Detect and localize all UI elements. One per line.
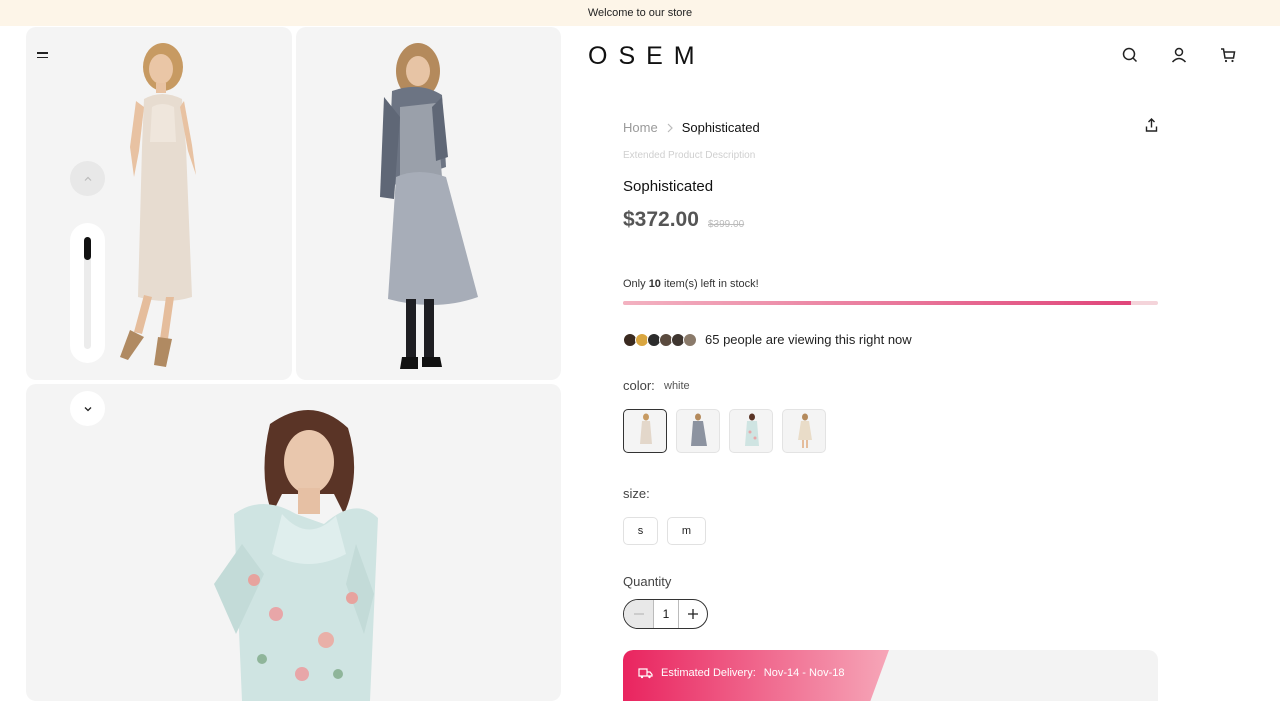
delivery-label: Estimated Delivery: [661, 667, 756, 679]
chevron-right-icon [667, 123, 673, 132]
quantity-stepper: 1 [623, 599, 708, 629]
product-price: $372.00 [623, 208, 699, 231]
share-icon[interactable] [1143, 117, 1160, 134]
quantity-decrease-button[interactable] [624, 600, 653, 628]
size-button-m[interactable]: m [667, 517, 706, 545]
stock-prefix: Only [623, 278, 649, 290]
viewers-text: 65 people are viewing this right now [705, 332, 912, 347]
color-swatch-grey[interactable] [676, 409, 720, 453]
swatch-beige-image [798, 413, 812, 448]
swatch-grey-image [691, 413, 707, 446]
live-viewers: 65 people are viewing this right now [623, 332, 912, 347]
search-icon[interactable] [1120, 45, 1140, 65]
dress-white-photo [120, 43, 196, 367]
announcement-bar: Welcome to our store [0, 0, 1280, 26]
gallery-image-2[interactable] [296, 27, 561, 380]
gallery-image-1[interactable] [26, 27, 292, 380]
dress-grey-photo [380, 43, 478, 369]
stock-count: 10 [648, 278, 661, 290]
delivery-info: Estimated Delivery: Nov-14 - Nov-18 [638, 667, 844, 679]
scrollbar-thumb[interactable] [84, 237, 91, 260]
thumbnail-scrollbar[interactable] [70, 223, 105, 363]
breadcrumb: Home Sophisticated [623, 120, 760, 135]
color-option-value: white [664, 380, 690, 392]
size-option-label: size: [623, 486, 650, 501]
viewer-avatar [683, 332, 697, 347]
truck-icon [638, 668, 653, 679]
thumbnail-scroll-up-button[interactable] [70, 161, 105, 196]
user-icon[interactable] [1169, 45, 1189, 65]
chevron-down-icon [84, 406, 91, 411]
quantity-label: Quantity [623, 574, 672, 589]
thumbnail-scroll-down-button[interactable] [70, 391, 105, 426]
extended-description-link[interactable]: Extended Product Description [623, 150, 755, 161]
compare-at-price: $399.00 [708, 219, 745, 230]
color-swatch-white[interactable] [623, 409, 667, 453]
stock-progress-bar [623, 301, 1158, 305]
quantity-increase-button[interactable] [679, 600, 707, 628]
quantity-input[interactable]: 1 [653, 600, 679, 628]
size-button-s[interactable]: s [623, 517, 658, 545]
color-swatch-beige[interactable] [782, 409, 826, 453]
estimated-delivery-banner: Estimated Delivery: Nov-14 - Nov-18 [623, 650, 1158, 701]
store-logo[interactable]: OSEM [588, 42, 706, 71]
breadcrumb-home[interactable]: Home [623, 120, 658, 135]
color-swatch-floral[interactable] [729, 409, 773, 453]
breadcrumb-current: Sophisticated [681, 120, 760, 135]
minus-icon [633, 613, 644, 615]
swatch-white-image [640, 413, 652, 444]
chevron-up-icon [84, 176, 91, 181]
announcement-text: Welcome to our store [587, 7, 693, 19]
swatch-floral-image [745, 413, 759, 446]
viewer-avatars [623, 332, 697, 347]
product-title: Sophisticated [623, 178, 714, 195]
delivery-range: Nov-14 - Nov-18 [763, 667, 845, 679]
menu-icon[interactable] [32, 45, 52, 65]
stock-progress-fill [623, 301, 1132, 305]
plus-icon [688, 609, 698, 619]
stock-message: Only 10 item(s) left in stock! [623, 278, 759, 290]
color-option-label: color: [623, 378, 655, 393]
dress-floral-photo [214, 409, 378, 701]
gallery-image-3[interactable] [26, 384, 561, 701]
stock-suffix: item(s) left in stock! [660, 278, 759, 290]
cart-icon[interactable] [1218, 45, 1238, 65]
